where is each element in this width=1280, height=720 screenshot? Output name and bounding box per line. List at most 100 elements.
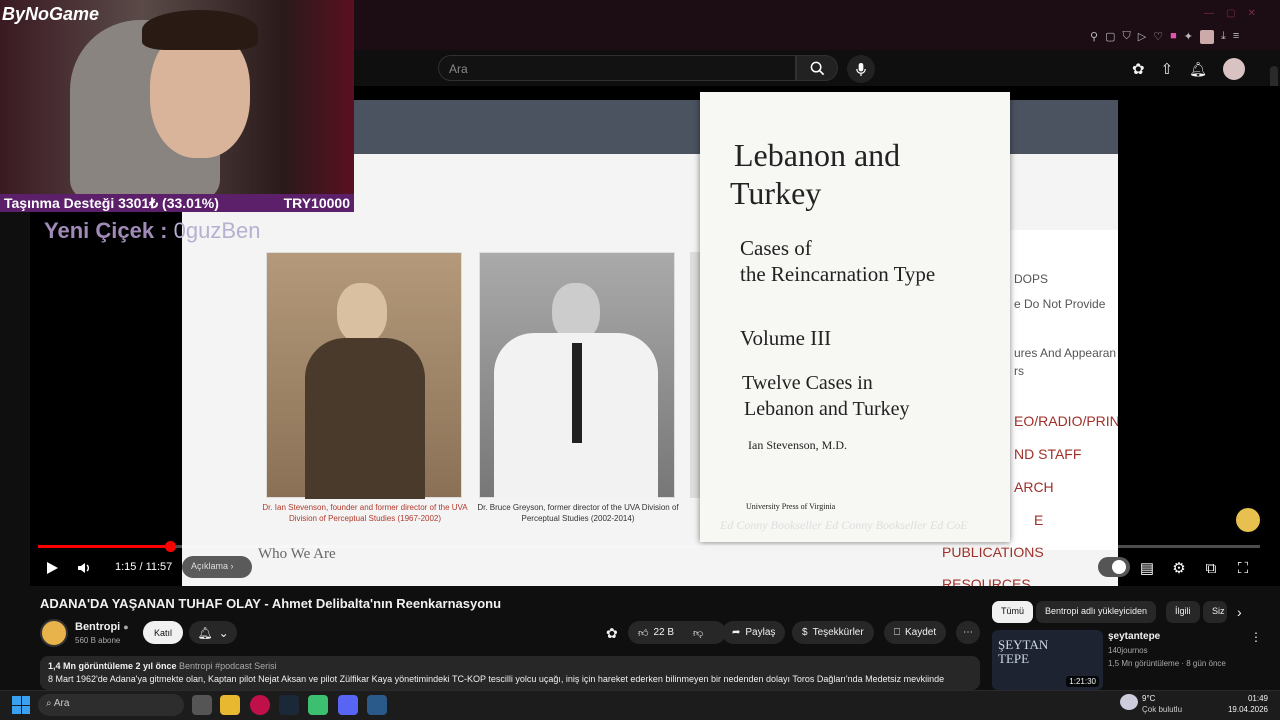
menu-resources: RESOURCES	[942, 576, 1031, 586]
book-volume: Volume III	[740, 326, 832, 350]
thanks-label: Teşekkürler	[812, 627, 864, 638]
menu-dops: DOPS	[1014, 272, 1049, 286]
opera-gx-icon[interactable]	[250, 695, 270, 715]
extension-icon[interactable]: ■	[1170, 30, 1177, 44]
gear-icon: ⚙	[1172, 560, 1186, 577]
puzzle-icon[interactable]: ✦	[1184, 30, 1193, 44]
webcam-overlay	[0, 0, 354, 212]
thanks-icon: $	[802, 627, 808, 638]
donation-goal-bar: Taşınma Desteği 3301₺ (33.01%) TRY10000	[0, 194, 354, 212]
chip-uploader[interactable]: Bentropi adlı yükleyiciden	[1036, 601, 1157, 623]
subtitles-button[interactable]: ▤	[1137, 558, 1157, 578]
more-actions-button[interactable]: ⋯	[956, 621, 980, 644]
description-chip[interactable]: Açıklama ›	[182, 556, 252, 578]
channel-name[interactable]: Bentropi ●	[75, 621, 129, 633]
clip-icon[interactable]: ✿	[606, 625, 618, 642]
weather-desc: Çok bulutlu	[1142, 705, 1183, 714]
pin-icon[interactable]: ⚲	[1090, 30, 1098, 44]
discord-icon[interactable]	[338, 695, 358, 715]
steam-icon[interactable]	[279, 695, 299, 715]
header-actions: ✿ ⇧ 🔔︎	[1132, 58, 1245, 80]
close-icon[interactable]: ✕	[1247, 8, 1255, 19]
menu-appearances: ures And Appearan	[1014, 346, 1117, 360]
create-icon[interactable]: ✿	[1132, 60, 1145, 78]
view-meta: 1,4 Mn görüntüleme 2 yıl önce	[48, 661, 177, 671]
new-follower-alert: Yeni Çiçek : 0guzBen	[44, 218, 261, 244]
subscriber-count: 560 B abone	[75, 636, 121, 645]
like-button[interactable]: 👍︎ 22 B 👎︎	[628, 621, 726, 644]
download-icon[interactable]: ⤓	[1221, 30, 1226, 44]
book-title-2: Turkey	[730, 175, 822, 211]
description-box[interactable]: 1,4 Mn görüntüleme 2 yıl önce Bentropi #…	[40, 656, 980, 690]
notification-bell-icon[interactable]: 🔔︎	[1189, 61, 1207, 78]
recommended-title[interactable]: şeytantepe	[1108, 631, 1160, 642]
autoplay-toggle[interactable]	[1098, 557, 1130, 577]
share-button[interactable]: ➦ Paylaş	[722, 621, 786, 644]
clock-date: 19.04.2026	[1227, 705, 1268, 714]
video-title: ADANA'DA YAŞANAN TUHAF OLAY - Ahmet Deli…	[40, 596, 502, 611]
chip-all[interactable]: Tümü	[992, 601, 1034, 623]
photo-ian-stevenson	[266, 252, 462, 499]
volume-button[interactable]	[75, 558, 95, 578]
caption-2: Dr. Bruce Greyson, former director of th…	[477, 503, 679, 523]
play-button[interactable]	[42, 558, 62, 578]
video-duration: 1:21:30	[1066, 676, 1099, 687]
app-blue-icon[interactable]	[367, 695, 387, 715]
chevron-right-icon[interactable]: ›	[1237, 604, 1242, 620]
progress-bar[interactable]	[38, 545, 1260, 548]
fullscreen-button[interactable]: ⛶	[1233, 558, 1253, 578]
book-desc-2: Lebanon and Turkey	[744, 398, 910, 420]
window-controls: — ▢ ✕	[1204, 8, 1256, 19]
weather-icon	[1120, 694, 1138, 710]
reader-icon[interactable]: ▢	[1105, 30, 1115, 44]
book-publisher: University Press of Virginia	[746, 502, 836, 511]
menu-icon[interactable]: ≡	[1233, 30, 1239, 44]
thanks-button[interactable]: $ Teşekkürler	[792, 621, 874, 644]
chip-you[interactable]: Siz	[1203, 601, 1227, 623]
time-display: 1:15 / 11:57	[115, 561, 173, 573]
recommended-thumbnail[interactable]: ŞEYTAN TEPE 1:21:30	[992, 630, 1103, 690]
windows-start-icon[interactable]	[12, 696, 30, 714]
search-button[interactable]	[796, 55, 838, 81]
menu-rs: rs	[1014, 364, 1024, 378]
task-view-icon[interactable]	[192, 695, 212, 715]
send-icon[interactable]: ▷	[1138, 30, 1146, 44]
photo-bruce-greyson	[479, 252, 675, 499]
chip-related[interactable]: İlgili	[1166, 601, 1200, 623]
account-avatar[interactable]	[1222, 58, 1245, 80]
chevron-down-icon: ⌄	[218, 625, 229, 640]
heart-icon[interactable]: ♡	[1153, 30, 1163, 44]
shield-icon[interactable]: ⛉	[1122, 30, 1130, 44]
file-explorer-icon[interactable]	[220, 695, 240, 715]
recommended-meta: 1,5 Mn görüntüleme · 8 gün önce	[1108, 659, 1226, 668]
save-button[interactable]: ⎕ Kaydet	[884, 621, 947, 644]
profile-icon[interactable]	[1199, 30, 1214, 44]
caption-1: Dr. Ian Stevenson, founder and former di…	[262, 503, 468, 523]
description-tags: Bentropi #podcast Serisi	[179, 661, 277, 671]
minimize-icon[interactable]: —	[1204, 8, 1214, 19]
brand-logo: ByNoGame	[2, 4, 100, 24]
clock-time: 01:49	[1247, 694, 1268, 703]
recommended-more-icon[interactable]: ⋮	[1250, 630, 1262, 644]
miniplayer-icon: ⧉	[1205, 559, 1217, 577]
channel-avatar[interactable]	[40, 619, 68, 647]
book-author: Ian Stevenson, M.D.	[748, 438, 847, 452]
taskbar-search[interactable]: ⌕ Ara	[38, 694, 184, 716]
recommended-channel[interactable]: 140journos	[1108, 646, 1148, 655]
progress-scrubber[interactable]	[165, 541, 176, 552]
app-green-icon[interactable]	[308, 695, 328, 715]
share-icon: ➦	[732, 627, 741, 638]
settings-button[interactable]: ⚙	[1169, 558, 1189, 578]
miniplayer-button[interactable]: ⧉	[1201, 558, 1221, 578]
emoji-badge-icon	[1236, 508, 1260, 532]
join-button[interactable]: Katıl	[143, 621, 183, 644]
thumbs-down-icon: 👎︎	[693, 627, 704, 639]
flower-user: 0guzBen	[173, 218, 261, 243]
maximize-icon[interactable]: ▢	[1226, 8, 1235, 19]
upload-icon[interactable]: ⇧	[1161, 60, 1174, 78]
book-cover: Lebanon and Turkey Cases of the Reincarn…	[700, 92, 1010, 542]
subscribed-button[interactable]: 🔔︎ ⌄	[189, 621, 237, 644]
search-input[interactable]: Ara	[438, 55, 796, 81]
donation-label: Taşınma Desteği 3301₺ (33.01%)	[4, 195, 219, 211]
voice-search-button[interactable]	[847, 55, 875, 83]
